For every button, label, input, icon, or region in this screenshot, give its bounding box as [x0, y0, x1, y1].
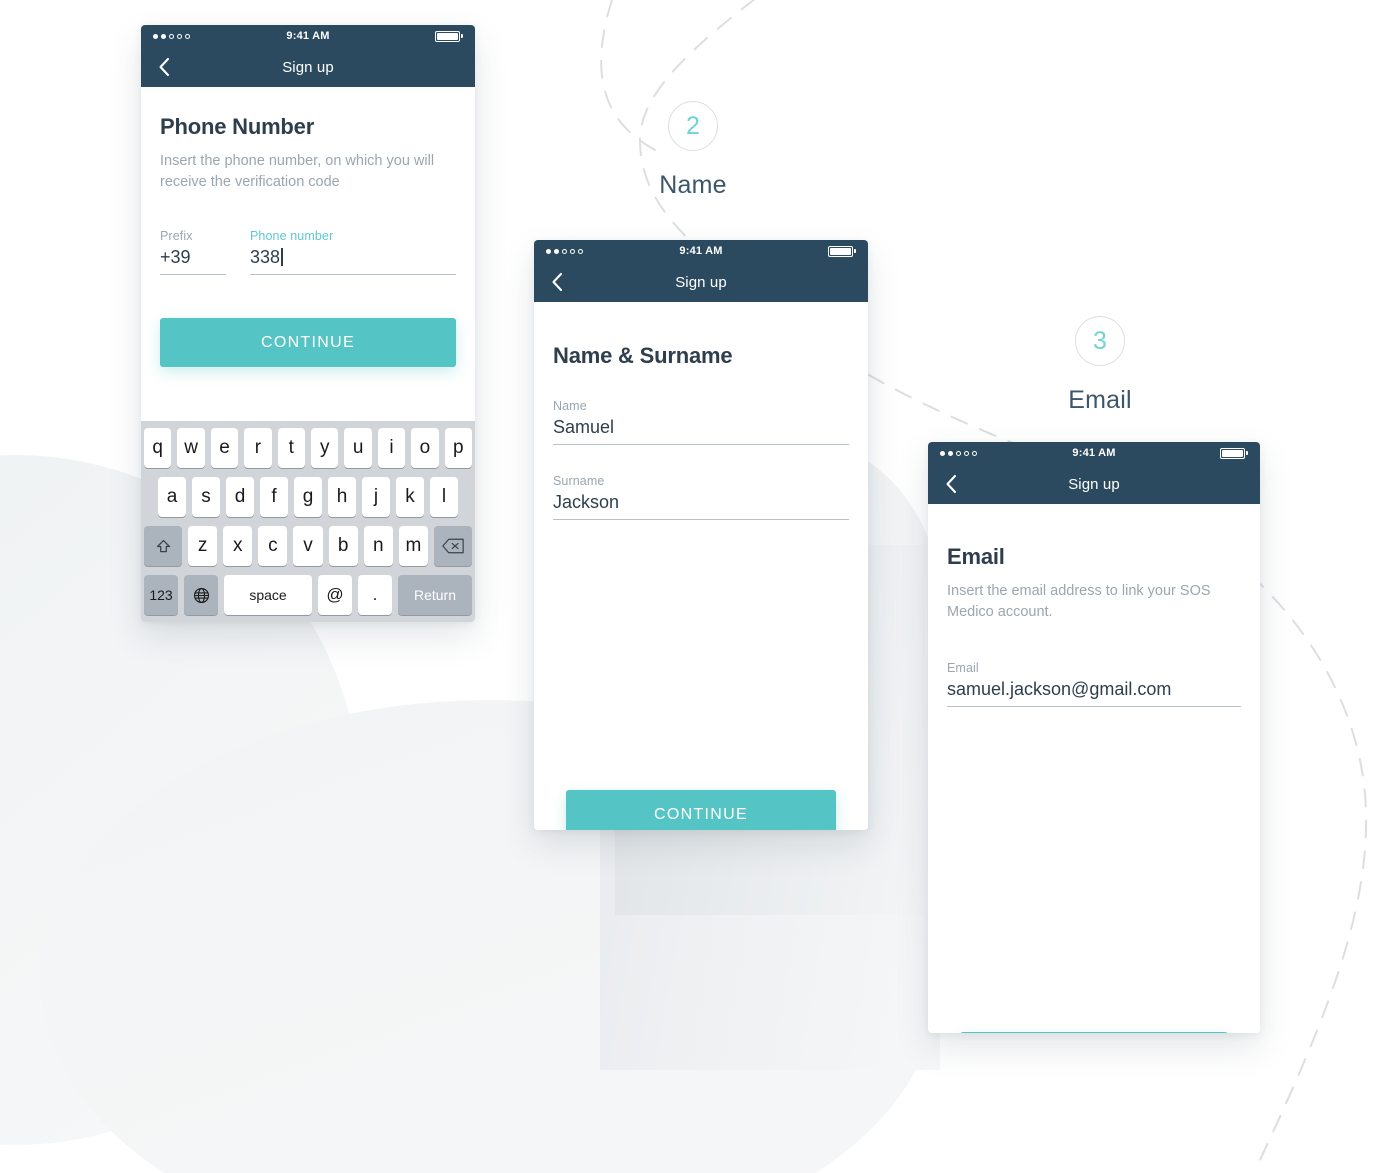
page-subtitle: Insert the email address to link your SO… [947, 583, 1211, 620]
phone-number-value: 338 [250, 247, 281, 268]
status-bar-time: 9:41 AM [286, 30, 330, 42]
shift-key-icon[interactable] [144, 526, 182, 566]
key-r[interactable]: r [244, 428, 272, 468]
back-chevron-icon[interactable] [153, 56, 175, 78]
surname-value: Jackson [553, 492, 849, 520]
key-z[interactable]: z [188, 526, 218, 566]
phone-screen-name-surname: 9:41 AM Sign up Name & Surname Name Samu… [534, 240, 868, 830]
nav-title: Sign up [675, 273, 727, 291]
navigation-bar: Sign up [141, 47, 475, 87]
key-d[interactable]: d [226, 477, 254, 517]
keyboard-row-2: a s d f g h j k l [144, 477, 472, 517]
return-key[interactable]: Return [398, 575, 472, 615]
continue-button[interactable]: CONTINUE [960, 1032, 1228, 1033]
ios-keyboard[interactable]: q w e r t y u i o p a s d f g h j k l z … [141, 421, 475, 622]
key-c[interactable]: c [258, 526, 288, 566]
step-number-badge: 3 [1075, 316, 1125, 366]
numbers-key[interactable]: 123 [144, 575, 178, 615]
page-title: Email [947, 544, 1005, 569]
key-u[interactable]: u [344, 428, 372, 468]
key-y[interactable]: y [311, 428, 339, 468]
text-caret [281, 248, 283, 267]
key-e[interactable]: e [210, 428, 239, 468]
prefix-label: Prefix [160, 229, 193, 244]
phone-screen-phone-number: 9:41 AM Sign up Phone Number Insert the … [141, 25, 475, 622]
name-label: Name [553, 399, 587, 413]
continue-button[interactable]: CONTINUE [160, 318, 456, 368]
back-chevron-icon[interactable] [546, 271, 568, 293]
key-g[interactable]: g [294, 477, 322, 517]
key-a[interactable]: a [158, 477, 186, 517]
navigation-bar: Sign up [928, 464, 1260, 504]
keyboard-row-3: z x c v b n m [144, 526, 472, 566]
email-label: Email [947, 661, 979, 676]
prefix-value: +39 [160, 247, 226, 276]
period-key[interactable]: . [358, 575, 392, 615]
nav-title: Sign up [282, 58, 334, 76]
email-value: samuel.jackson@gmail.com [947, 679, 1241, 708]
key-v[interactable]: v [293, 526, 323, 566]
step-label: Email [1068, 386, 1132, 414]
key-s[interactable]: s [192, 477, 220, 517]
surname-field[interactable]: Surname Jackson [553, 474, 849, 520]
nav-title: Sign up [1068, 475, 1120, 493]
key-b[interactable]: b [328, 526, 358, 566]
key-l[interactable]: l [430, 477, 458, 517]
key-w[interactable]: w [177, 428, 205, 468]
space-key[interactable]: space [224, 575, 312, 615]
at-key[interactable]: @ [318, 575, 352, 615]
screen-content: Email Insert the email address to link y… [928, 544, 1260, 1033]
name-field[interactable]: Name Samuel [553, 399, 849, 445]
key-o[interactable]: o [411, 428, 439, 468]
key-q[interactable]: q [143, 428, 172, 468]
design-canvas: 2 Name 3 Email 9:41 AM Sign up Phone Num… [0, 0, 1400, 1173]
status-bar: 9:41 AM [534, 240, 868, 262]
key-t[interactable]: t [277, 428, 305, 468]
key-m[interactable]: m [398, 526, 428, 566]
key-n[interactable]: n [363, 526, 393, 566]
key-x[interactable]: x [223, 526, 253, 566]
email-field[interactable]: Email samuel.jackson@gmail.com [947, 661, 1241, 708]
phone-number-label: Phone number [250, 229, 334, 244]
status-bar-time: 9:41 AM [1072, 447, 1116, 459]
delete-key-icon[interactable] [433, 526, 472, 566]
phone-screen-email: 9:41 AM Sign up Email Insert the email a… [928, 442, 1260, 1033]
key-p[interactable]: p [444, 428, 473, 468]
page-title: Name & Surname [553, 343, 733, 368]
keyboard-row-1: q w e r t y u i o p [143, 428, 473, 468]
page-subtitle: Insert the phone number, on which you wi… [160, 153, 435, 190]
step-marker-2: 2 Name [613, 101, 773, 200]
navigation-bar: Sign up [534, 262, 868, 302]
step-marker-3: 3 Email [1020, 316, 1180, 415]
phone-number-field[interactable]: Phone number 338 [250, 229, 456, 276]
status-bar-time: 9:41 AM [679, 245, 723, 257]
status-bar: 9:41 AM [928, 442, 1260, 464]
key-i[interactable]: i [377, 428, 406, 468]
globe-icon[interactable] [184, 575, 218, 615]
screen-content: Name & Surname Name Samuel Surname Jacks… [534, 302, 868, 830]
key-h[interactable]: h [328, 477, 356, 517]
key-j[interactable]: j [362, 477, 390, 517]
keyboard-row-4: 123 space @ . Return [144, 575, 472, 615]
continue-button[interactable]: CONTINUE [566, 790, 836, 830]
name-value: Samuel [553, 417, 849, 445]
step-label: Name [659, 171, 727, 199]
step-number-badge: 2 [668, 101, 718, 151]
status-bar: 9:41 AM [141, 25, 475, 47]
back-chevron-icon[interactable] [940, 473, 962, 495]
key-k[interactable]: k [396, 477, 424, 517]
prefix-field[interactable]: Prefix +39 [160, 229, 226, 276]
surname-label: Surname [553, 474, 605, 488]
page-title: Phone Number [160, 114, 315, 139]
key-f[interactable]: f [260, 477, 288, 517]
phone-number-value-row: 338 [250, 247, 456, 276]
